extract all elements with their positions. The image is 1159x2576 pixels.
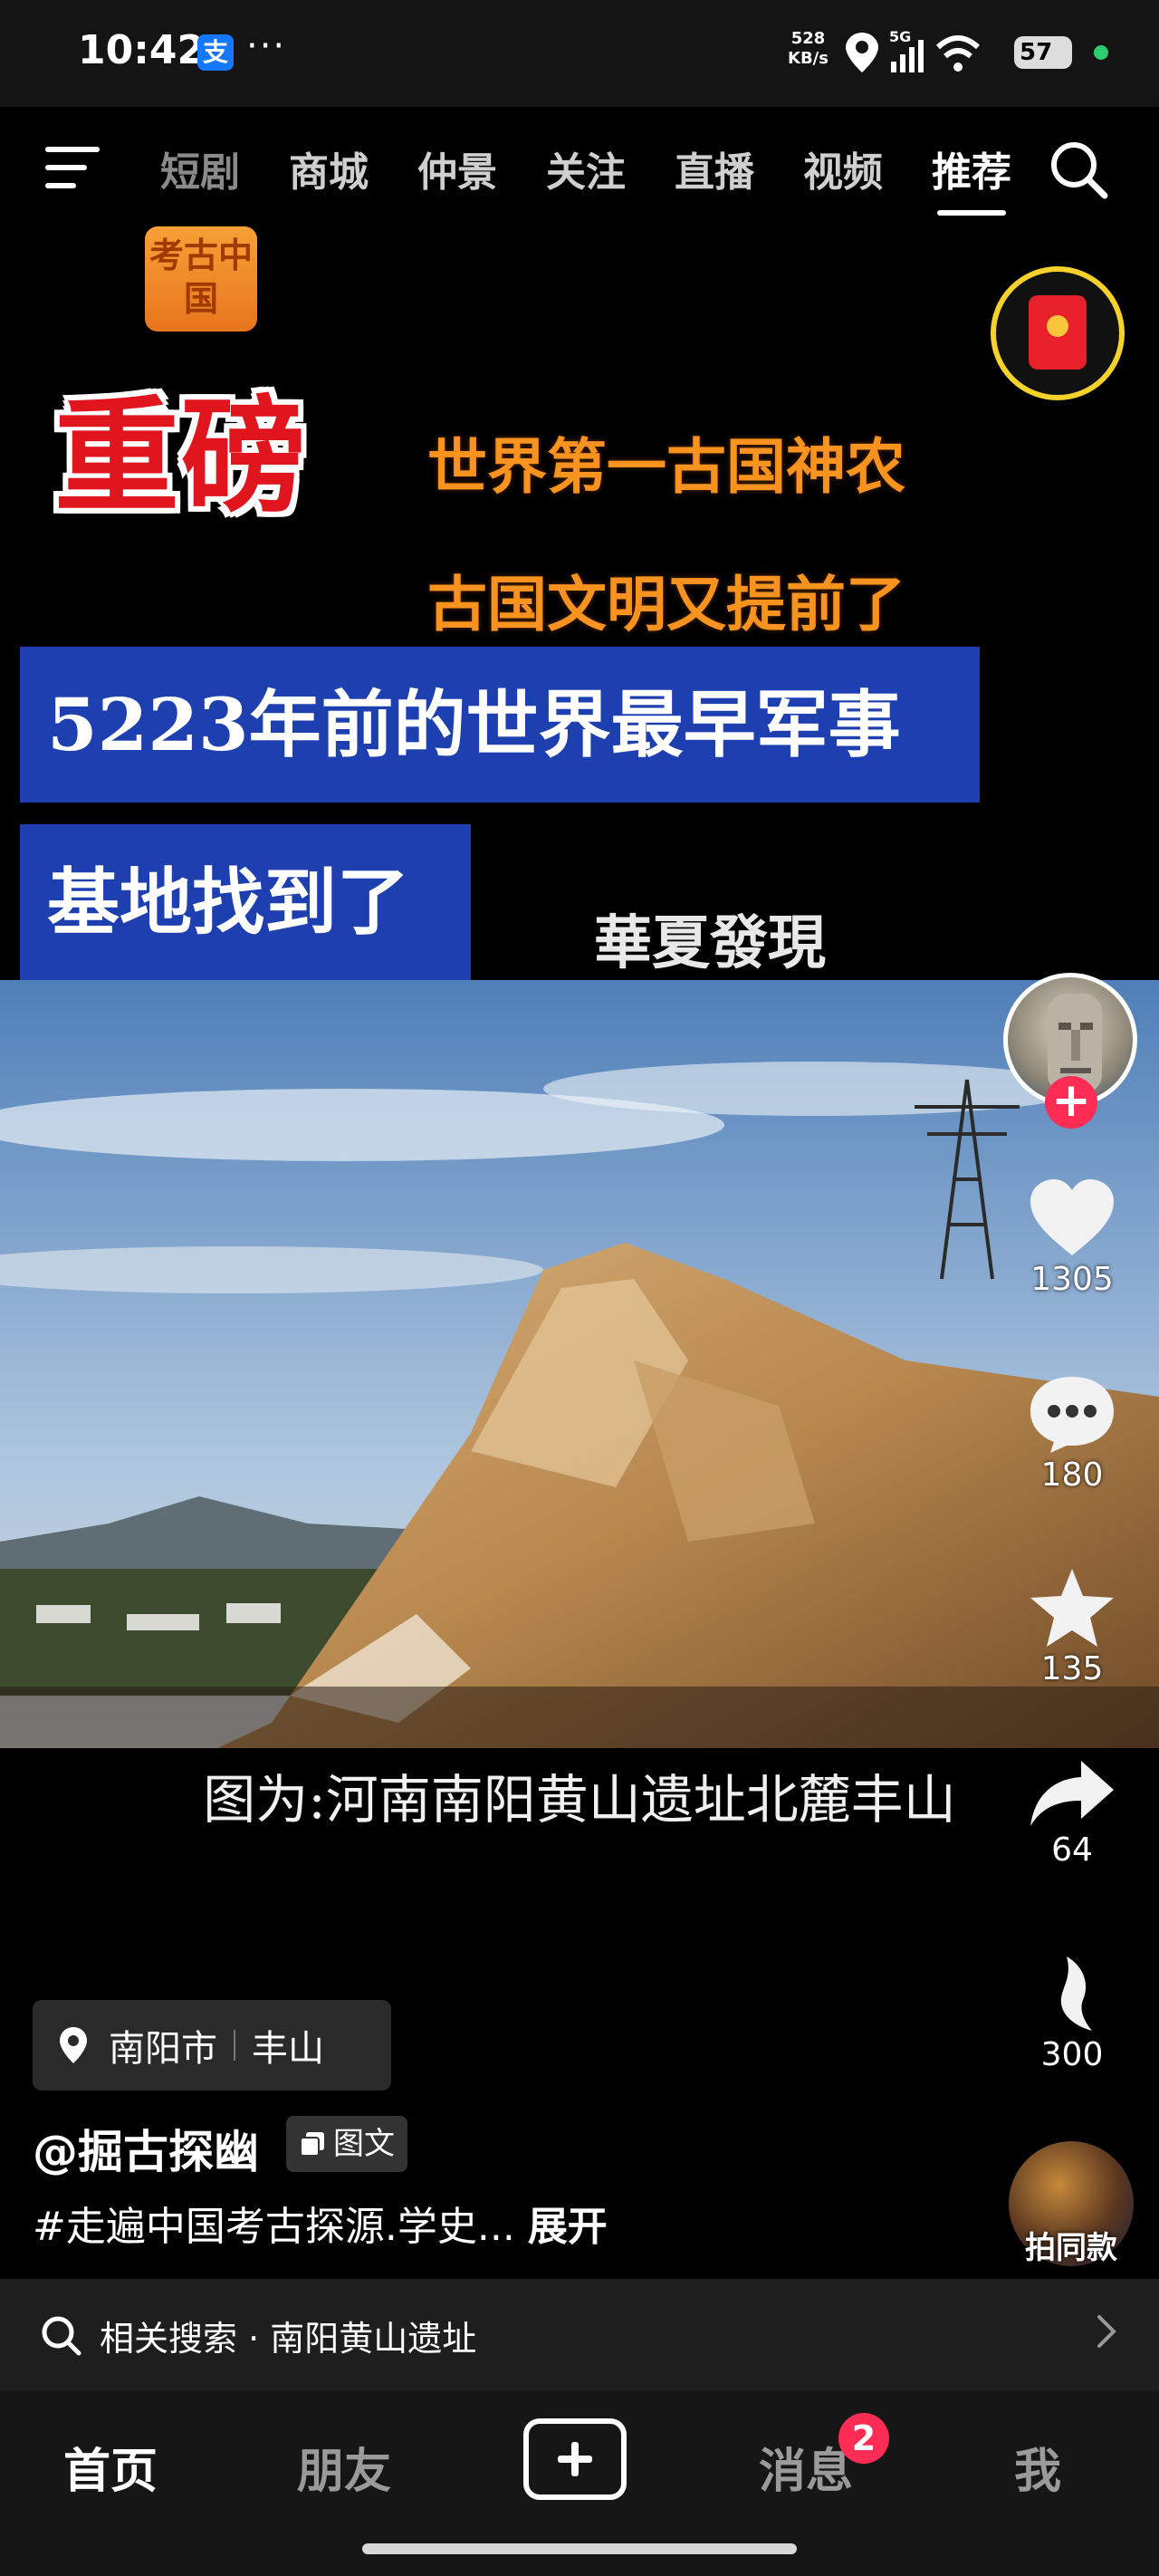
recommend-count: 300 bbox=[1040, 2036, 1104, 2073]
location-separator bbox=[234, 2030, 235, 2061]
more-notifications-icon: ··· bbox=[246, 25, 287, 67]
related-search-bar[interactable]: 相关搜索 · 南阳黄山遗址 bbox=[0, 2279, 1159, 2391]
tab-short-drama[interactable]: 短剧 bbox=[136, 139, 264, 216]
location-chip[interactable]: 南阳市 丰山 bbox=[33, 2000, 391, 2091]
share-arrow-icon bbox=[1030, 1761, 1114, 1826]
network-speed-unit: KB/s bbox=[788, 49, 829, 68]
headline-big: 重磅 bbox=[54, 382, 309, 530]
tab-zhongjing[interactable]: 仲景 bbox=[393, 139, 522, 216]
message-badge: 2 bbox=[838, 2413, 889, 2464]
battery-icon: 57 bbox=[1014, 36, 1072, 69]
menu-icon[interactable] bbox=[45, 143, 103, 192]
share-button[interactable]: 64 bbox=[1018, 1757, 1126, 1869]
network-speed-value: 528 bbox=[790, 29, 826, 48]
like-count: 1305 bbox=[1030, 1261, 1114, 1298]
red-packet-icon bbox=[1029, 295, 1087, 370]
tab-recommended[interactable]: 推荐 bbox=[907, 139, 1036, 216]
blue-banner-2: 基地找到了 bbox=[20, 824, 471, 980]
privacy-indicator-dot bbox=[1094, 45, 1108, 60]
chevron-right-icon bbox=[1097, 2315, 1116, 2348]
location-city: 南阳市 bbox=[109, 2028, 217, 2070]
red-packet-button[interactable] bbox=[991, 266, 1125, 400]
top-navigation: 短剧 商城 仲景 关注 直播 视频 推荐 bbox=[0, 107, 1159, 225]
tab-following[interactable]: 关注 bbox=[522, 139, 650, 216]
tab-me[interactable]: 我 bbox=[947, 2433, 1128, 2501]
recommend-button[interactable]: 300 bbox=[1018, 1953, 1126, 2073]
location-pin-icon bbox=[60, 2027, 87, 2063]
alipay-icon: 支 bbox=[197, 34, 234, 71]
favorite-count: 135 bbox=[1040, 1650, 1104, 1687]
network-speed: 528 KB/s bbox=[788, 29, 829, 69]
status-time: 10:42 bbox=[78, 27, 206, 73]
favorite-button[interactable]: 135 bbox=[1018, 1567, 1126, 1687]
home-indicator[interactable] bbox=[362, 2543, 797, 2554]
recommend-icon bbox=[1060, 1956, 1092, 2031]
landscape-photo bbox=[0, 980, 1159, 1748]
status-signal-icons: 5G bbox=[846, 28, 981, 72]
like-button[interactable]: 1305 bbox=[1018, 1177, 1126, 1298]
comment-count: 180 bbox=[1040, 1456, 1104, 1494]
post-description: #走遍中国考古探源.学史... 展开 bbox=[33, 2194, 608, 2252]
tab-home[interactable]: 首页 bbox=[20, 2433, 201, 2501]
headline-line-2: 古国文明又提前了 bbox=[427, 569, 905, 639]
feed-tabs: 短剧 商城 仲景 关注 直播 视频 推荐 bbox=[136, 139, 1036, 216]
tab-friends[interactable]: 朋友 bbox=[254, 2433, 435, 2501]
image-text-tag: 图文 bbox=[286, 2116, 407, 2172]
kaogu-china-logo: 考古中国 bbox=[145, 226, 257, 332]
video-caption-text: 图为:河南南阳黄山遗址北麓丰山 bbox=[203, 1769, 956, 1831]
tab-live[interactable]: 直播 bbox=[650, 139, 779, 216]
location-place: 丰山 bbox=[252, 2028, 324, 2070]
follow-plus-button[interactable]: + bbox=[1045, 1076, 1097, 1129]
huaxia-watermark: 華夏發現 bbox=[594, 909, 826, 977]
create-post-button[interactable] bbox=[523, 2418, 627, 2500]
comment-icon bbox=[1030, 1377, 1114, 1453]
related-search-label: 相关搜索 · 南阳黄山遗址 bbox=[100, 2318, 477, 2359]
heart-icon bbox=[1030, 1179, 1114, 1255]
image-text-tag-label: 图文 bbox=[333, 2126, 395, 2162]
status-bar: 10:42 支 ··· 528 KB/s 5G 57 bbox=[0, 0, 1159, 107]
expand-link[interactable]: 展开 bbox=[528, 2204, 608, 2250]
author-name[interactable]: @掘古探幽 bbox=[33, 2116, 259, 2181]
comment-button[interactable]: 180 bbox=[1018, 1373, 1126, 1494]
post-description-text[interactable]: #走遍中国考古探源.学史... bbox=[33, 2204, 515, 2250]
star-icon bbox=[1030, 1569, 1114, 1647]
same-style-label[interactable]: 拍同款 bbox=[1001, 2223, 1141, 2267]
tab-mall[interactable]: 商城 bbox=[264, 139, 393, 216]
headline-line-1: 世界第一古国神农 bbox=[427, 431, 905, 502]
wifi-icon bbox=[935, 35, 981, 50]
share-count: 64 bbox=[1051, 1831, 1093, 1869]
tab-video[interactable]: 视频 bbox=[779, 139, 907, 216]
network-type-label: 5G bbox=[889, 28, 911, 45]
blue-banner-1: 5223年前的世界最早军事 bbox=[20, 647, 980, 803]
video-caption: 图为:河南南阳黄山遗址北麓丰山 bbox=[0, 1748, 1159, 1833]
image-stack-icon bbox=[300, 2132, 324, 2157]
search-icon[interactable] bbox=[1049, 139, 1108, 199]
search-icon bbox=[42, 2316, 81, 2356]
